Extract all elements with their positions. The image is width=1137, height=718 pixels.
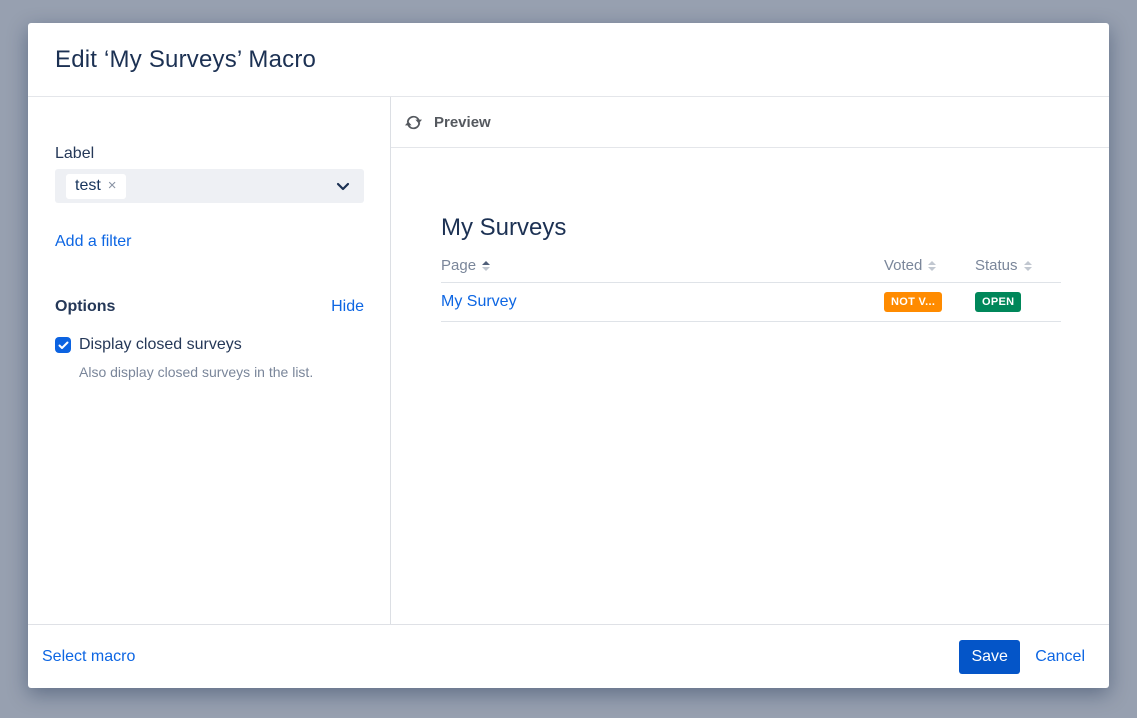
display-closed-label[interactable]: Display closed surveys [79,336,242,354]
dialog-footer: Select macro Save Cancel [28,624,1109,688]
options-row: Options Hide [55,298,364,316]
preview-panel: Preview My Surveys Page Voted [391,97,1109,624]
label-select[interactable]: test × [55,169,364,203]
survey-page-link[interactable]: My Survey [441,293,517,310]
select-macro-link[interactable]: Select macro [42,648,135,666]
remove-tag-icon[interactable]: × [108,178,117,193]
preview-header-bar: Preview [391,97,1109,148]
display-closed-checkbox[interactable] [55,337,71,353]
dialog-body: Label test × Add a filter Options Hide [28,97,1109,624]
sort-icon [928,261,936,271]
preview-content: My Surveys Page Voted Status [391,148,1109,322]
save-button[interactable]: Save [959,640,1020,674]
edit-macro-dialog: Edit ‘My Surveys’ Macro Label test × Add… [28,23,1109,688]
surveys-heading: My Surveys [441,214,1109,242]
table-header-row: Page Voted Status [441,257,1061,283]
column-header-page[interactable]: Page [441,257,884,274]
voted-badge: NOT V... [884,292,942,312]
surveys-table: Page Voted Status [441,257,1061,322]
status-cell: OPEN [975,292,1061,312]
column-header-status[interactable]: Status [975,257,1061,274]
hide-options-link[interactable]: Hide [331,298,364,316]
preview-title: Preview [434,114,491,131]
dialog-title: Edit ‘My Surveys’ Macro [55,46,316,74]
add-filter-link[interactable]: Add a filter [55,233,131,251]
macro-parameters-panel: Label test × Add a filter Options Hide [28,97,391,624]
options-heading: Options [55,298,115,316]
cancel-link[interactable]: Cancel [1035,648,1085,666]
dialog-header: Edit ‘My Surveys’ Macro [28,23,1109,97]
label-tag[interactable]: test × [66,174,126,199]
chevron-down-icon[interactable] [336,182,350,191]
label-field-label: Label [55,145,364,163]
status-badge: OPEN [975,292,1021,312]
sort-icon [1024,261,1032,271]
table-row: My Survey NOT V... OPEN [441,283,1061,322]
survey-page-cell: My Survey [441,293,884,311]
display-closed-description: Also display closed surveys in the list. [79,364,364,380]
refresh-icon[interactable] [404,113,423,132]
sort-asc-icon [482,261,490,271]
label-tag-text: test [75,177,101,195]
checkmark-icon [58,341,69,350]
column-header-voted[interactable]: Voted [884,257,975,274]
display-closed-row: Display closed surveys [55,336,364,354]
voted-cell: NOT V... [884,292,975,312]
